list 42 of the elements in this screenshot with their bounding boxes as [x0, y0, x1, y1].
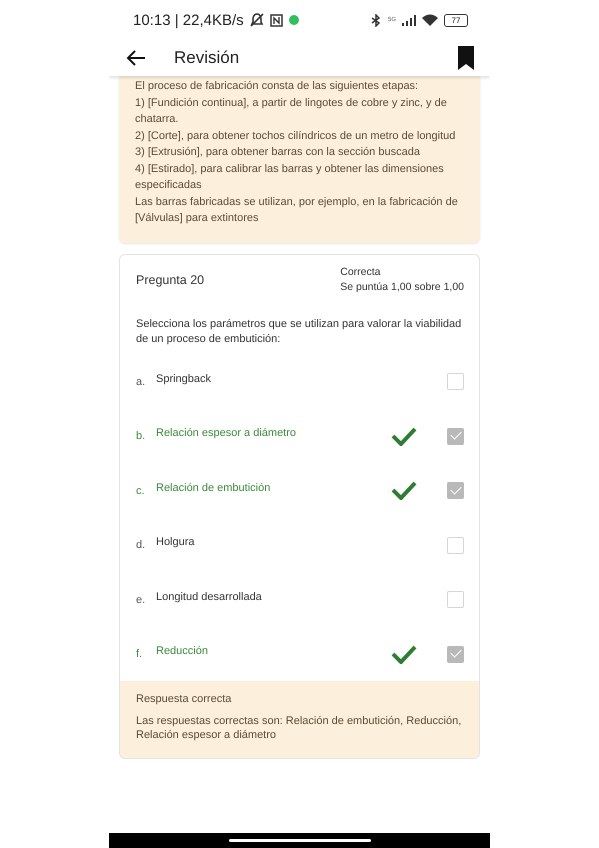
bookmark-icon[interactable]: [458, 46, 474, 70]
option-checkbox[interactable]: [447, 482, 464, 500]
option-checkbox[interactable]: [447, 428, 464, 445]
app-notification-icon: [288, 15, 299, 25]
answer-text: Las respuestas correctas son: Relación de embutición, Reducción, Relación espesor a diámetro: [136, 714, 462, 742]
option-label: Longitud desarrollada: [156, 590, 263, 603]
option-letter: e.: [136, 594, 146, 606]
signal-icon: [402, 14, 416, 26]
notification-off-icon: [250, 13, 264, 27]
option-checkbox[interactable]: [447, 373, 464, 390]
status-time: 10:13 | 22,4KB/s: [133, 12, 244, 28]
option-label: Relación de embutición: [156, 482, 272, 494]
page-title: Revisión: [174, 48, 240, 68]
option-letter: c.: [136, 484, 146, 497]
option-letter: f.: [136, 648, 144, 660]
feedback-text: El proceso de fabricación consta de las siguientes etapas:: [135, 79, 420, 94]
feedback-text: 3) [Extrusión], para obtener barras con la sección buscada: [135, 145, 421, 160]
option-checkbox[interactable]: [447, 646, 464, 663]
option-label: Springback: [156, 372, 212, 385]
wifi-icon: [422, 14, 438, 26]
option-letter: d.: [136, 539, 146, 552]
feedback-text: Las barras fabricadas se utilizan, por ejemplo, en la fabricación de [Válvulas] para extintores: [135, 194, 459, 226]
back-arrow-icon[interactable]: [126, 50, 146, 66]
feedback-text: 2) [Corte], para obtener tochos cilíndricos de un metro de longitud: [135, 128, 456, 144]
option-letter: a.: [136, 376, 146, 388]
option-label: Holgura: [156, 536, 196, 548]
option-checkbox[interactable]: [447, 536, 464, 554]
bluetooth-icon: [370, 14, 382, 26]
question-text: Selecciona los parámetros que se utilizan para valorar la viabilidad de un proceso de embutición:: [135, 316, 462, 346]
feedback-text: 1) [Fundición continua], a partir de lingotes de cobre y zinc, y de chatarra.: [135, 96, 448, 127]
feedback-text: 4) [Estirado], para calibrar las barras y obtener las dimensiones especificadas: [135, 162, 445, 193]
option-checkbox[interactable]: [447, 591, 464, 608]
battery-icon: 77: [444, 14, 468, 26]
question-title: Pregunta 20: [136, 272, 206, 286]
question-grade: Se puntúa 1,00 sobre 1,00: [340, 280, 464, 294]
option-label: Reducción: [156, 645, 209, 658]
question-state: Correcta: [340, 264, 382, 280]
option-label: Relación espesor a diámetro: [156, 427, 298, 440]
nfc-icon: [270, 14, 283, 26]
answer-title: Respuesta correcta: [136, 692, 232, 706]
home-indicator[interactable]: [228, 839, 370, 842]
option-letter: b.: [136, 430, 146, 442]
